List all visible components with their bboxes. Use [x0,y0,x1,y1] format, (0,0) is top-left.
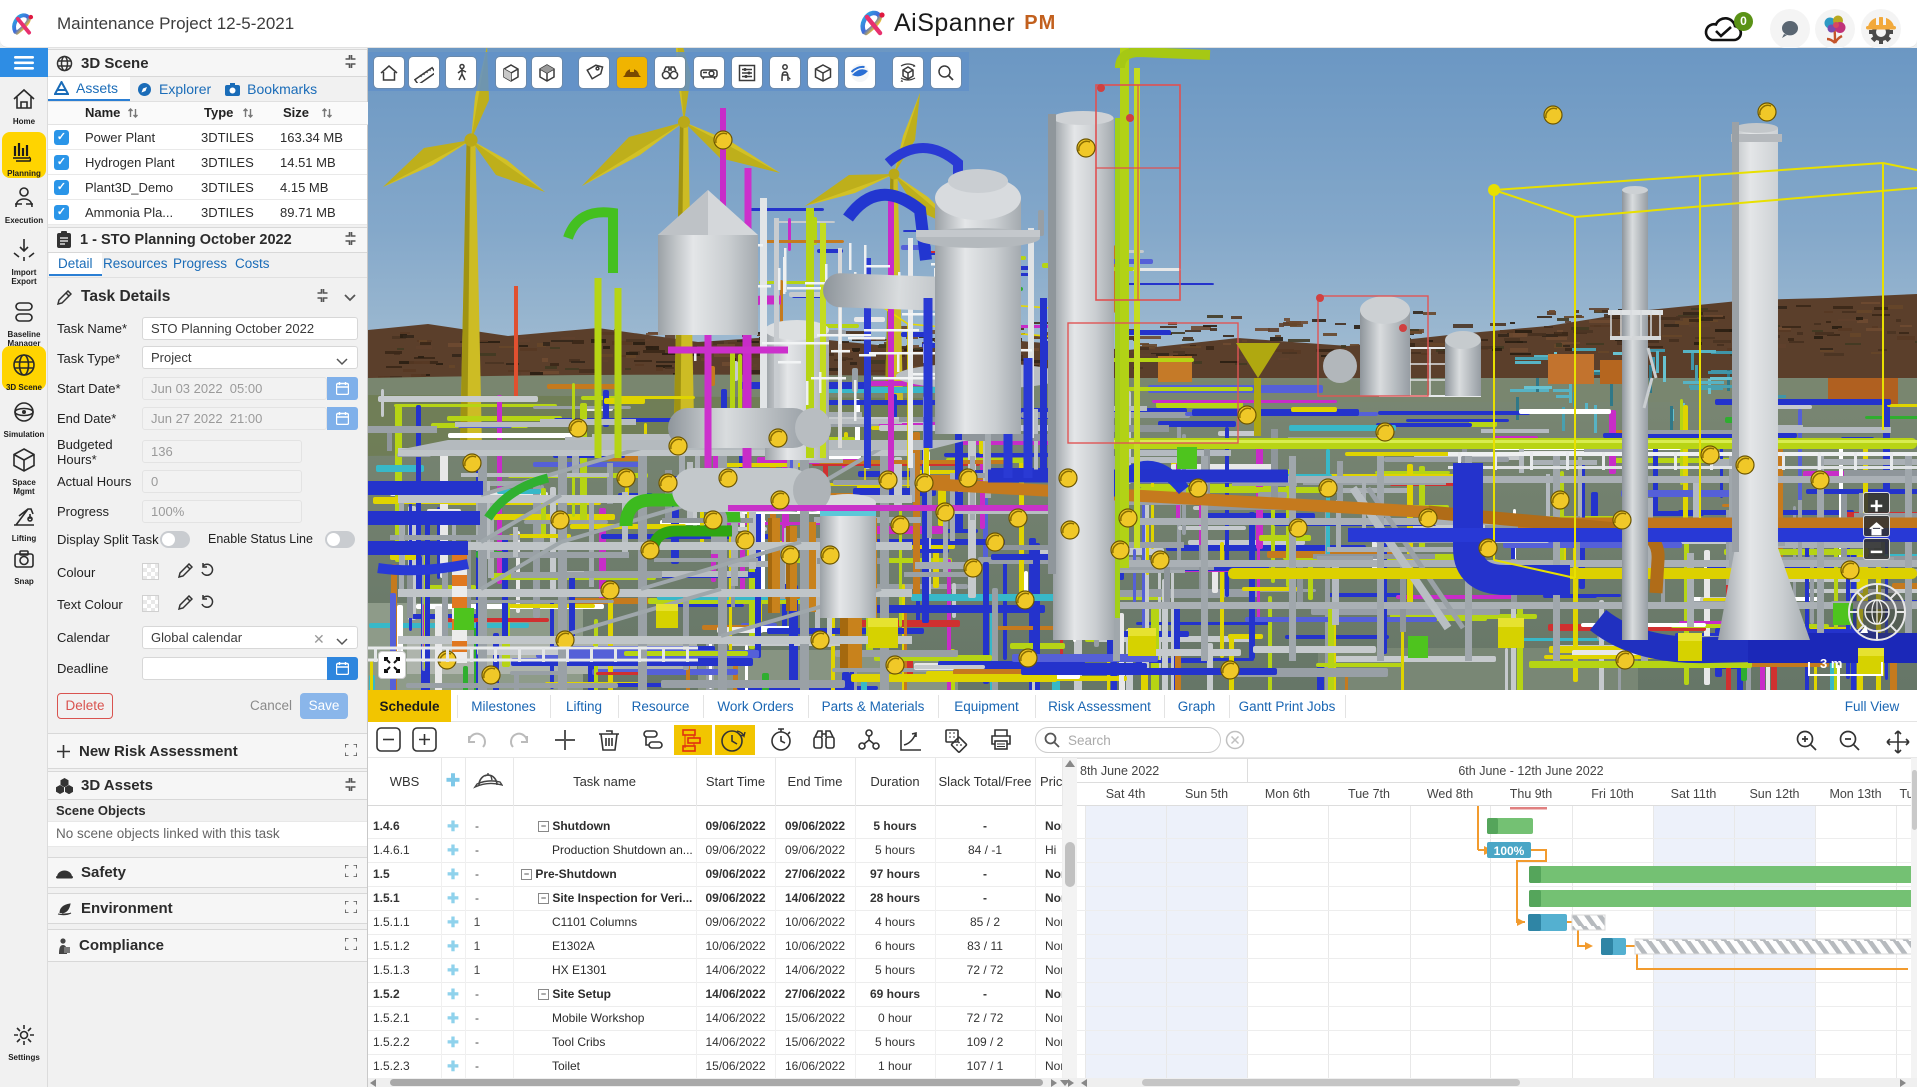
svg-text:100%: 100% [1494,844,1525,858]
